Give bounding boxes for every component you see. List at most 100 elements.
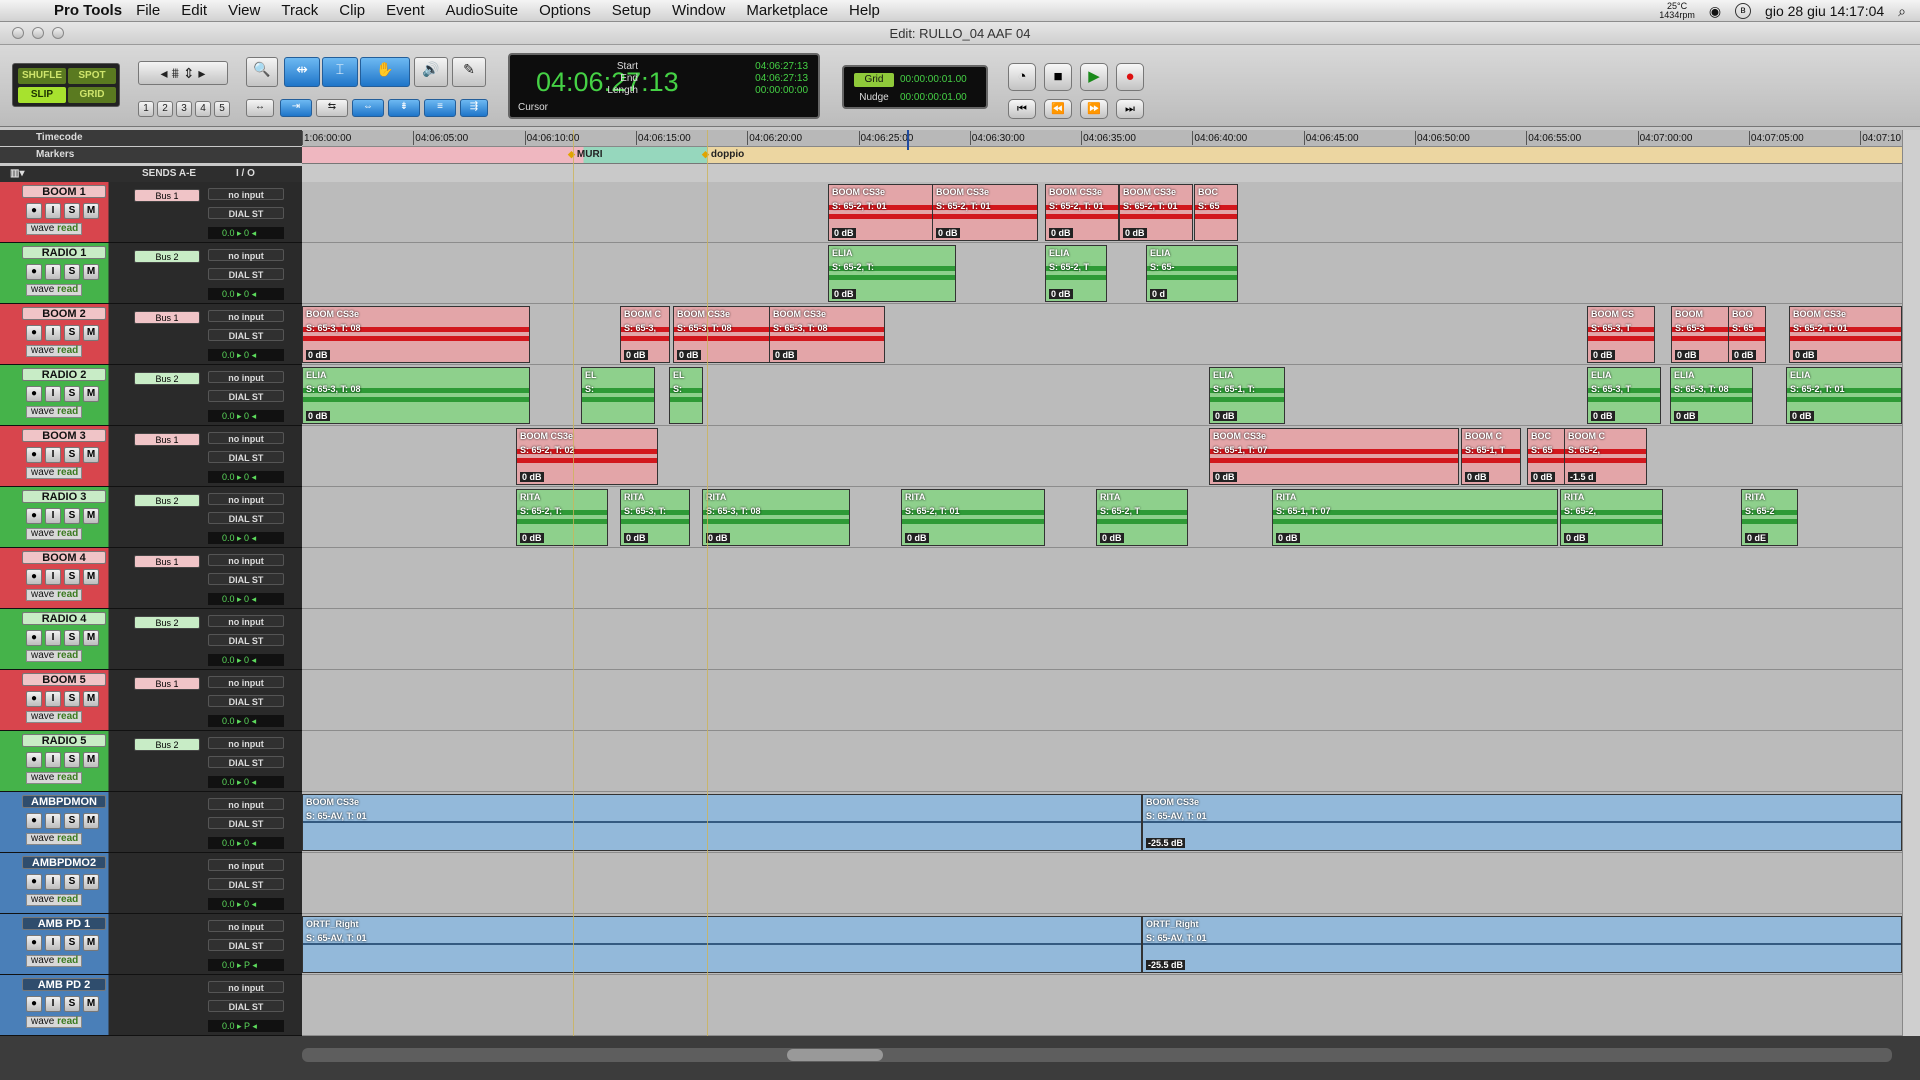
timecode-ruler-label[interactable]: Timecode (0, 130, 302, 146)
output-selector[interactable]: DIAL ST (208, 512, 284, 524)
input-selector[interactable]: no input (208, 493, 284, 505)
temperature-widget[interactable]: 25°C 1434rpm (1659, 2, 1695, 20)
track-name[interactable]: BOOM 1 (22, 185, 106, 198)
clip-gain[interactable]: 0 dB (1276, 533, 1300, 543)
audio-clip[interactable]: BOOM CS3e S: 65-2, T: 01 0 dB (1119, 184, 1193, 241)
record-enable-button[interactable]: ● (26, 691, 42, 707)
track-view-selector[interactable]: wave read (26, 894, 82, 906)
mute-button[interactable]: M (83, 630, 99, 646)
input-monitor-button[interactable]: I (45, 386, 61, 402)
track-header[interactable]: BOOM 4 ● I S Mwave read Bus 1 no input DIAL ST 0… (0, 548, 302, 609)
track-header[interactable]: BOOM 5 ● I S Mwave read Bus 1 no input DIAL ST 0… (0, 670, 302, 731)
grid-toggle[interactable]: Grid (854, 73, 894, 87)
clip-gain[interactable]: 0 dB (1732, 350, 1756, 360)
track-view-selector[interactable]: wave read (26, 284, 82, 296)
input-selector[interactable]: no input (208, 859, 284, 871)
record-enable-button[interactable]: ● (26, 752, 42, 768)
track-name[interactable]: AMBPDMON (22, 795, 106, 808)
scroll-icon[interactable]: ⇶ (460, 99, 488, 117)
track-name[interactable]: RADIO 1 (22, 246, 106, 259)
mute-button[interactable]: M (83, 996, 99, 1012)
clip-gain[interactable]: 0 dB (1564, 533, 1588, 543)
track-lane[interactable] (302, 670, 1902, 731)
solo-button[interactable]: S (64, 325, 80, 341)
input-monitor-button[interactable]: I (45, 325, 61, 341)
output-selector[interactable]: DIAL ST (208, 695, 284, 707)
audio-clip[interactable]: BOOM CS3e S: 65-1, T: 07 0 dB (1209, 428, 1459, 485)
play-icon[interactable]: ▶ (1080, 63, 1108, 91)
track-lane[interactable] (302, 731, 1902, 792)
audio-clip[interactable]: BOOM CS3e S: 65-2, T: 01 0 dB (1789, 306, 1902, 363)
clip-gain[interactable]: 0 dB (1793, 350, 1817, 360)
solo-button[interactable]: S (64, 630, 80, 646)
track-view-selector[interactable]: wave read (26, 772, 82, 784)
track-list-icon[interactable]: ▥▾ (10, 168, 24, 179)
audio-clip[interactable]: RITA S: 65-2, T: 01 0 dB (901, 489, 1045, 546)
mute-button[interactable]: M (83, 752, 99, 768)
track-lane[interactable] (302, 365, 1902, 426)
clip-gain[interactable]: 0 dB (1049, 289, 1073, 299)
track-view-selector[interactable]: wave read (26, 955, 82, 967)
io-column-header[interactable]: I / O (236, 168, 255, 179)
track-name[interactable]: RADIO 3 (22, 490, 106, 503)
clip-gain[interactable]: 0 dB (773, 350, 797, 360)
audio-clip[interactable]: BOOM CS3e S: 65-2, T: 01 0 dB (932, 184, 1038, 241)
zoom-preset-2[interactable]: 2 (157, 101, 173, 117)
record-enable-button[interactable]: ● (26, 447, 42, 463)
zoom-controls[interactable]: ◂ ⩩ ⇕ ▸ (138, 61, 228, 85)
menu-setup[interactable]: Setup (612, 2, 651, 19)
menu-help[interactable]: Help (849, 2, 880, 19)
send-slot[interactable]: Bus 2 (134, 616, 200, 629)
volume-readout[interactable]: 0.0 ▸ 0 ◂ (208, 227, 284, 239)
track-name[interactable]: AMB PD 2 (22, 978, 106, 991)
input-monitor-button[interactable]: I (45, 447, 61, 463)
mute-button[interactable]: M (83, 386, 99, 402)
input-selector[interactable]: no input (208, 188, 284, 200)
track-name[interactable]: RADIO 5 (22, 734, 106, 747)
input-monitor-button[interactable]: I (45, 691, 61, 707)
audio-clip[interactable]: ELIA S: 65-1, T: 0 dB (1209, 367, 1285, 424)
clip-gain[interactable]: -1.5 d (1568, 472, 1596, 482)
mute-button[interactable]: M (83, 264, 99, 280)
record-enable-button[interactable]: ● (26, 386, 42, 402)
volume-readout[interactable]: 0.0 ▸ 0 ◂ (208, 654, 284, 666)
menu-audiosuite[interactable]: AudioSuite (446, 2, 519, 19)
track-header[interactable]: BOOM 2 ● I S Mwave read Bus 1 no input DIAL ST 0… (0, 304, 302, 365)
track-lane[interactable] (302, 548, 1902, 609)
clip-gain[interactable]: 0 dB (706, 533, 730, 543)
output-selector[interactable]: DIAL ST (208, 329, 284, 341)
rewind-icon[interactable]: ⏪ (1044, 99, 1072, 119)
zoom-preset-5[interactable]: 5 (214, 101, 230, 117)
input-monitor-button[interactable]: I (45, 508, 61, 524)
send-slot[interactable]: Bus 2 (134, 372, 200, 385)
clip-gain[interactable]: 0 dB (306, 411, 330, 421)
input-monitor-button[interactable]: I (45, 569, 61, 585)
audio-clip[interactable]: ELIA S: 65-2, T: 01 0 dB (1786, 367, 1902, 424)
go-to-end-icon[interactable]: ⏭ (1116, 99, 1144, 119)
audio-clip[interactable]: BOC S: 65 (1194, 184, 1238, 241)
audio-clip[interactable]: RITA S: 65-1, T: 07 0 dB (1272, 489, 1558, 546)
menu-marketplace[interactable]: Marketplace (746, 2, 828, 19)
send-slot[interactable] (134, 799, 200, 812)
clip-gain[interactable]: 0 dB (936, 228, 960, 238)
start-value[interactable]: 04:06:27:13 (755, 61, 808, 72)
zoom-preset-3[interactable]: 3 (176, 101, 192, 117)
audio-clip[interactable]: BOOM CS3e S: 65-3, T: 08 0 dB (769, 306, 885, 363)
zoom-window-button[interactable] (52, 27, 64, 39)
grid-value[interactable]: 00:00:00:01.00 (900, 74, 967, 85)
output-selector[interactable]: DIAL ST (208, 207, 284, 219)
stop-icon[interactable]: ■ (1044, 63, 1072, 91)
clip-gain[interactable]: 0 dB (624, 350, 648, 360)
clip-gain[interactable]: 0 dB (832, 289, 856, 299)
clip-gain[interactable]: 0 dB (520, 472, 544, 482)
track-lane[interactable] (302, 853, 1902, 914)
input-selector[interactable]: no input (208, 554, 284, 566)
solo-button[interactable]: S (64, 447, 80, 463)
keyboard-focus-icon[interactable]: ≡ (424, 99, 456, 117)
volume-readout[interactable]: 0.0 ▸ 0 ◂ (208, 288, 284, 300)
audio-clip[interactable]: ELIA S: 65-3, T: 08 0 dB (1670, 367, 1753, 424)
track-lane[interactable] (302, 975, 1902, 1036)
volume-readout[interactable]: 0.0 ▸ P ◂ (208, 1020, 284, 1032)
mute-button[interactable]: M (83, 447, 99, 463)
input-selector[interactable]: no input (208, 920, 284, 932)
